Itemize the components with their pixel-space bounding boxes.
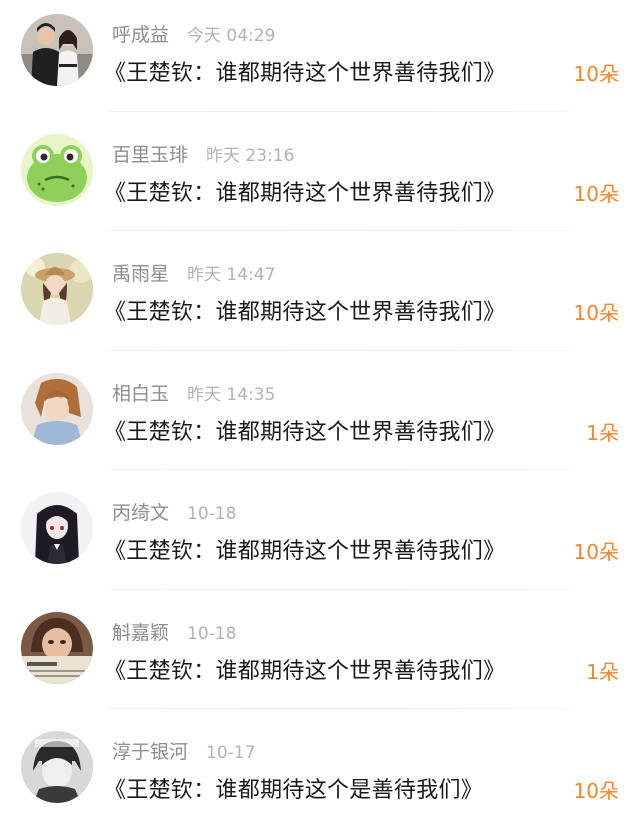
timestamp: 今天 04:29 [187, 26, 276, 46]
article-title[interactable]: 《王楚钦：谁都期待这个世界善待我们》 [104, 414, 505, 446]
bw-boy-avatar-icon[interactable] [21, 731, 93, 803]
frog-cartoon-avatar-icon[interactable] [21, 133, 93, 206]
comment-meta: 丙绮文 10-18 [112, 498, 236, 526]
list-item[interactable]: 丙绮文 10-18 《王楚钦：谁都期待这个世界善待我们》 10朵 [0, 478, 640, 598]
divider [108, 708, 570, 709]
flower-count: 1朵 [586, 659, 619, 684]
flower-count: 10朵 [573, 779, 619, 803]
girl-hat-photo-avatar-icon[interactable] [21, 253, 93, 325]
article-title[interactable]: 《王楚钦：谁都期待这个世界善待我们》 [104, 175, 505, 207]
flower-count: 1朵 [586, 420, 619, 445]
user-name[interactable]: 斛嘉颖 [112, 618, 169, 645]
list-item[interactable]: 相白玉 昨天 14:35 《王楚钦：谁都期待这个世界善待我们》 1朵 [0, 359, 640, 479]
list-item[interactable]: 百里玉琲 昨天 23:16 《王楚钦：谁都期待这个世界善待我们》 10朵 [0, 120, 640, 240]
article-title[interactable]: 《王楚钦：谁都期待这个世界善待我们》 [104, 294, 505, 326]
flower-count: 10朵 [573, 540, 619, 564]
user-name[interactable]: 禹雨星 [112, 259, 169, 286]
comment-meta: 百里玉琲 昨天 23:16 [112, 140, 294, 168]
timestamp: 10-18 [187, 504, 237, 524]
user-name[interactable]: 百里玉琲 [112, 140, 188, 167]
timestamp: 10-17 [206, 743, 256, 763]
list-item[interactable]: 禹雨星 昨天 14:47 《王楚钦：谁都期待这个世界善待我们》 10朵 [0, 239, 640, 359]
list-item[interactable]: 斛嘉颖 10-18 《王楚钦：谁都期待这个世界善待我们》 1朵 [0, 598, 640, 718]
flower-count: 10朵 [573, 62, 619, 86]
divider [108, 230, 570, 231]
divider [108, 349, 570, 351]
article-title[interactable]: 《王楚钦：谁都期待这个世界善待我们》 [104, 55, 505, 87]
list-item[interactable]: 呼成益 今天 04:29 《王楚钦：谁都期待这个世界善待我们》 10朵 [0, 0, 640, 120]
user-name[interactable]: 淳于银河 [112, 737, 188, 764]
timestamp: 昨天 23:16 [206, 145, 295, 166]
comment-meta: 斛嘉颖 10-18 [112, 618, 236, 646]
comment-meta: 淳于银河 10-17 [112, 737, 255, 765]
divider [108, 469, 570, 470]
couple-photo-avatar-icon[interactable] [21, 14, 93, 86]
timestamp: 10-18 [187, 623, 237, 644]
girl-blue-photo-avatar-icon[interactable] [21, 372, 93, 445]
user-name[interactable]: 呼成益 [112, 20, 169, 47]
user-name[interactable]: 丙绮文 [112, 498, 169, 525]
comment-list: 呼成益 今天 04:29 《王楚钦：谁都期待这个世界善待我们》 10朵 百里玉琲… [0, 0, 640, 837]
user-name[interactable]: 相白玉 [112, 379, 169, 406]
newspaper-girl-avatar-icon[interactable] [21, 611, 93, 684]
divider [108, 588, 570, 590]
article-title[interactable]: 《王楚钦：谁都期待这个是善待我们》 [104, 772, 483, 804]
timestamp: 昨天 14:35 [187, 384, 276, 405]
comment-meta: 相白玉 昨天 14:35 [112, 379, 275, 407]
flower-count: 10朵 [573, 181, 619, 206]
comment-meta: 禹雨星 昨天 14:47 [112, 259, 275, 287]
article-title[interactable]: 《王楚钦：谁都期待这个世界善待我们》 [104, 533, 505, 565]
anime-girl-avatar-icon[interactable] [21, 492, 93, 564]
flower-count: 10朵 [573, 301, 619, 325]
article-title[interactable]: 《王楚钦：谁都期待这个世界善待我们》 [104, 653, 505, 685]
timestamp: 昨天 14:47 [187, 265, 276, 285]
list-item[interactable]: 淳于银河 10-17 《王楚钦：谁都期待这个是善待我们》 10朵 [0, 717, 640, 837]
comment-meta: 呼成益 今天 04:29 [112, 20, 275, 48]
divider [108, 110, 570, 112]
